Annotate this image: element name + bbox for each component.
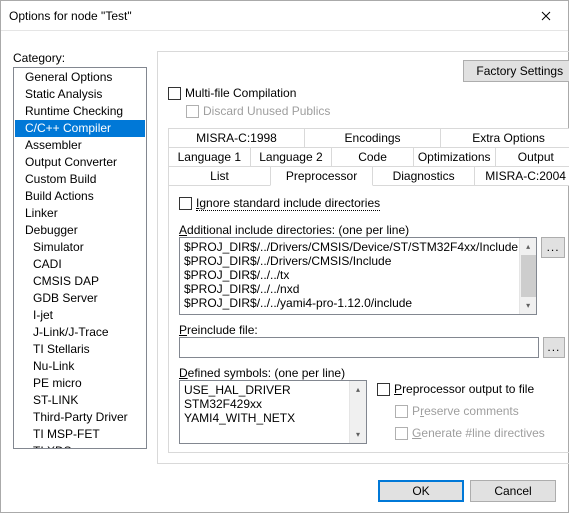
tab[interactable]: Code <box>331 147 414 167</box>
multifile-label: Multi-file Compilation <box>185 86 296 100</box>
category-item[interactable]: ST-LINK <box>15 392 145 409</box>
scroll-up-icon[interactable]: ▴ <box>350 381 367 398</box>
scroll-up-icon[interactable]: ▴ <box>520 238 537 255</box>
titlebar: Options for node "Test" <box>1 1 568 31</box>
discard-label: Discard Unused Publics <box>203 104 330 118</box>
category-item[interactable]: GDB Server <box>15 290 145 307</box>
browse-preinclude-button[interactable]: ... <box>543 337 565 358</box>
include-dir-line: $PROJ_DIR$/../../tx <box>184 268 518 282</box>
cancel-button[interactable]: Cancel <box>470 480 556 502</box>
category-item[interactable]: Debugger <box>15 222 145 239</box>
defined-symbols-textarea[interactable]: USE_HAL_DRIVERSTM32F429xxYAMI4_WITH_NETX… <box>179 380 367 444</box>
right-pane: Factory Settings Multi-file Compilation … <box>157 51 569 464</box>
preinclude-label: Preinclude file: <box>179 323 565 337</box>
tab[interactable]: Encodings <box>304 128 441 148</box>
dialog-body: Category: General OptionsStatic Analysis… <box>1 31 568 472</box>
defined-symbol-line: STM32F429xx <box>184 397 348 411</box>
multifile-checkbox[interactable] <box>168 87 181 100</box>
include-dir-line: $PROJ_DIR$/../../nxd <box>184 282 518 296</box>
browse-include-button[interactable]: ... <box>541 237 565 258</box>
include-dir-line: $PROJ_DIR$/../../yami4-pro-1.12.0/includ… <box>184 296 518 310</box>
category-item[interactable]: CMSIS DAP <box>15 273 145 290</box>
category-item[interactable]: Output Converter <box>15 154 145 171</box>
category-item[interactable]: Simulator <box>15 239 145 256</box>
scrollbar[interactable]: ▴ ▾ <box>519 238 536 314</box>
ignore-std-inc-checkbox[interactable] <box>179 197 192 210</box>
category-item[interactable]: PE micro <box>15 375 145 392</box>
ignore-std-inc-label: Ignore standard include directories <box>196 196 380 211</box>
ok-button[interactable]: OK <box>378 480 464 502</box>
category-item[interactable]: Assembler <box>15 137 145 154</box>
scroll-thumb[interactable] <box>521 255 536 297</box>
category-item[interactable]: TI MSP-FET <box>15 426 145 443</box>
category-item[interactable]: General Options <box>15 69 145 86</box>
preserve-comments-label: Preserve comments <box>412 404 519 418</box>
tab[interactable]: Preprocessor <box>270 166 373 186</box>
category-item[interactable]: I-jet <box>15 307 145 324</box>
tab[interactable]: Optimizations <box>413 147 496 167</box>
tab[interactable]: Output <box>495 147 569 167</box>
scroll-down-icon[interactable]: ▾ <box>520 297 537 314</box>
category-column: Category: General OptionsStatic Analysis… <box>13 51 147 464</box>
category-item[interactable]: Static Analysis <box>15 86 145 103</box>
defined-symbol-line: USE_HAL_DRIVER <box>184 383 348 397</box>
tab[interactable]: MISRA-C:2004 <box>474 166 569 186</box>
category-item[interactable]: Runtime Checking <box>15 103 145 120</box>
category-item[interactable]: J-Link/J-Trace <box>15 324 145 341</box>
category-item[interactable]: CADI <box>15 256 145 273</box>
pp-output-label: Preprocessor output to file <box>394 382 534 396</box>
include-dir-line: $PROJ_DIR$/../Drivers/CMSIS/Include <box>184 254 518 268</box>
tab[interactable]: Diagnostics <box>372 166 475 186</box>
defined-symbol-line: YAMI4_WITH_NETX <box>184 411 348 425</box>
tab[interactable]: List <box>168 166 271 186</box>
category-list[interactable]: General OptionsStatic AnalysisRuntime Ch… <box>13 67 147 449</box>
category-label: Category: <box>13 51 147 65</box>
additional-include-textarea[interactable]: $PROJ_DIR$/../Drivers/CMSIS/Device/ST/ST… <box>179 237 537 315</box>
category-item[interactable]: Custom Build <box>15 171 145 188</box>
include-dir-line: $PROJ_DIR$/../Drivers/CMSIS/Device/ST/ST… <box>184 240 518 254</box>
gen-line-label: Generate #line directives <box>412 426 545 440</box>
tab-content-preprocessor: Ignore standard include directories Addi… <box>168 185 569 453</box>
category-item[interactable]: Third-Party Driver <box>15 409 145 426</box>
gen-line-checkbox <box>395 427 408 440</box>
category-item[interactable]: TI Stellaris <box>15 341 145 358</box>
pp-output-checkbox[interactable] <box>377 383 390 396</box>
preinclude-input[interactable] <box>179 337 539 358</box>
close-icon <box>541 11 551 21</box>
defined-symbols-label: Defined symbols: (one per line) <box>179 366 367 380</box>
scrollbar[interactable]: ▴ ▾ <box>349 381 366 443</box>
columns: Category: General OptionsStatic Analysis… <box>13 51 556 464</box>
dialog-window: Options for node "Test" Category: Genera… <box>0 0 569 513</box>
discard-checkbox <box>186 105 199 118</box>
close-button[interactable] <box>524 1 568 31</box>
preserve-comments-checkbox <box>395 405 408 418</box>
category-item[interactable]: Nu-Link <box>15 358 145 375</box>
category-item[interactable]: TI XDS <box>15 443 145 449</box>
scroll-down-icon[interactable]: ▾ <box>350 426 367 443</box>
tab[interactable]: Extra Options <box>440 128 569 148</box>
category-item[interactable]: Linker <box>15 205 145 222</box>
dialog-footer: OK Cancel <box>1 472 568 514</box>
additional-include-label: Additional include directories: (one per… <box>179 223 565 237</box>
category-item[interactable]: Build Actions <box>15 188 145 205</box>
tab[interactable]: MISRA-C:1998 <box>168 128 305 148</box>
main-panel: Factory Settings Multi-file Compilation … <box>157 51 569 464</box>
tab[interactable]: Language 1 <box>168 147 251 167</box>
window-title: Options for node "Test" <box>9 9 132 23</box>
tab[interactable]: Language 2 <box>250 147 333 167</box>
tab-strip: MISRA-C:1998EncodingsExtra Options Langu… <box>168 128 569 185</box>
factory-settings-button[interactable]: Factory Settings <box>463 60 569 82</box>
category-item[interactable]: C/C++ Compiler <box>15 120 145 137</box>
